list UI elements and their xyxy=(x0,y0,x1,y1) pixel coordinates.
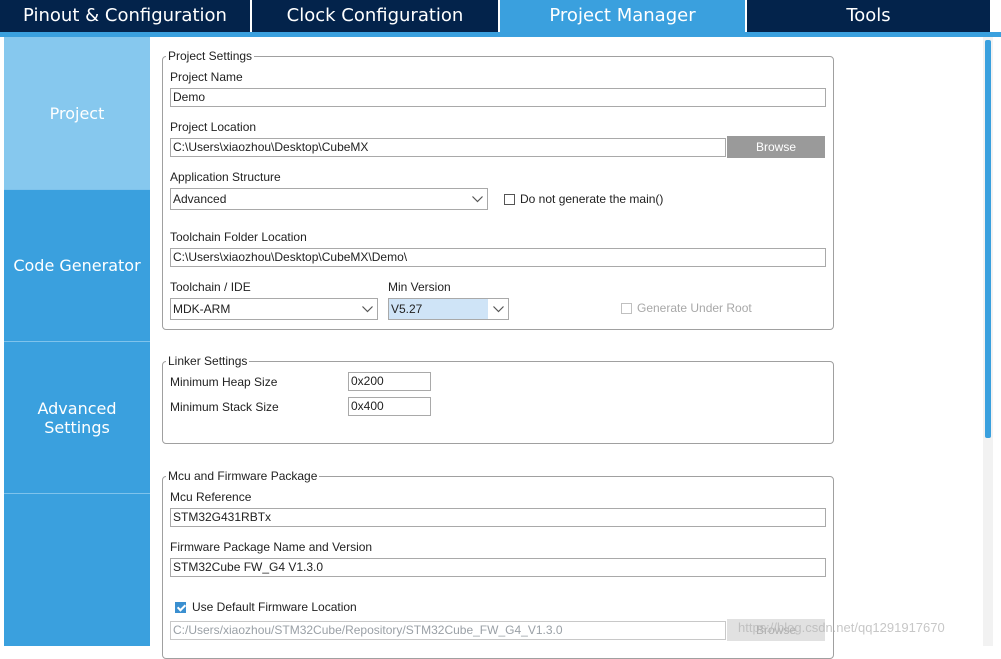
chevron-down-icon xyxy=(357,299,377,319)
scrollbar-thumb[interactable] xyxy=(985,40,991,438)
top-tab-bar: Pinout & Configuration Clock Configurati… xyxy=(0,0,1001,32)
chevron-down-icon xyxy=(488,299,508,319)
do-not-generate-main-label: Do not generate the main() xyxy=(520,192,664,206)
toolchain-ide-label: Toolchain / IDE xyxy=(170,280,251,294)
project-location-label: Project Location xyxy=(170,120,257,134)
toolchain-folder-label: Toolchain Folder Location xyxy=(170,230,307,244)
tab-clock-configuration[interactable]: Clock Configuration xyxy=(252,0,498,32)
sidebar-item-project[interactable]: Project xyxy=(4,37,150,190)
browse-button[interactable]: Browse xyxy=(727,136,825,158)
sidebar: Project Code Generator Advanced Settings xyxy=(4,37,150,646)
do-not-generate-main-checkbox[interactable] xyxy=(504,194,515,205)
min-heap-size-input[interactable]: 0x200 xyxy=(348,372,431,391)
project-name-input[interactable]: Demo xyxy=(170,88,826,107)
use-default-firmware-location-label: Use Default Firmware Location xyxy=(192,600,357,614)
tab-tools[interactable]: Tools xyxy=(747,0,990,32)
selected-value: Advanced xyxy=(173,192,227,206)
sidebar-item-label: Advanced Settings xyxy=(37,398,117,437)
sidebar-item-advanced-settings[interactable]: Advanced Settings xyxy=(4,342,150,494)
sidebar-item-label: Project xyxy=(49,103,105,123)
group-title: Linker Settings xyxy=(168,354,248,368)
group-title: Mcu and Firmware Package xyxy=(168,469,318,483)
group-title: Project Settings xyxy=(168,49,253,63)
selected-value: MDK-ARM xyxy=(173,302,231,316)
checkmark-icon[interactable] xyxy=(175,602,186,613)
application-structure-label: Application Structure xyxy=(170,170,281,184)
min-version-select[interactable]: V5.27 xyxy=(388,298,509,320)
min-stack-size-label: Minimum Stack Size xyxy=(170,400,279,414)
toolchain-ide-select[interactable]: MDK-ARM xyxy=(170,298,378,320)
firmware-package-label: Firmware Package Name and Version xyxy=(170,540,373,554)
main-panel: Project Settings Project Name Demo Proje… xyxy=(150,37,983,659)
watermark-text: https://blog.csdn.net/qq1291917670 xyxy=(738,620,945,635)
project-location-input[interactable]: C:\Users\xiaozhou\Desktop\CubeMX xyxy=(170,138,726,157)
mcu-reference-input[interactable]: STM32G431RBTx xyxy=(170,508,826,527)
sidebar-item-label: Code Generator xyxy=(13,256,141,275)
toolchain-folder-input[interactable]: C:\Users\xiaozhou\Desktop\CubeMX\Demo\ xyxy=(170,248,826,267)
generate-under-root-checkbox[interactable] xyxy=(621,303,632,314)
min-version-label: Min Version xyxy=(388,280,451,294)
firmware-location-input[interactable]: C:/Users/xiaozhou/STM32Cube/Repository/S… xyxy=(170,621,726,640)
min-stack-size-input[interactable]: 0x400 xyxy=(348,397,431,416)
linker-settings-group: Linker Settings xyxy=(162,354,834,444)
tab-project-manager[interactable]: Project Manager xyxy=(500,0,745,32)
project-name-label: Project Name xyxy=(170,70,243,84)
min-heap-size-label: Minimum Heap Size xyxy=(170,375,278,389)
sidebar-item-code-generator[interactable]: Code Generator xyxy=(4,190,150,342)
generate-under-root-label: Generate Under Root xyxy=(637,301,752,315)
chevron-down-icon xyxy=(467,189,487,209)
application-structure-select[interactable]: Advanced xyxy=(170,188,488,210)
tab-pinout-configuration[interactable]: Pinout & Configuration xyxy=(0,0,250,32)
right-edge xyxy=(993,37,1001,646)
mcu-reference-label: Mcu Reference xyxy=(170,490,252,504)
firmware-package-input[interactable]: STM32Cube FW_G4 V1.3.0 xyxy=(170,558,826,577)
